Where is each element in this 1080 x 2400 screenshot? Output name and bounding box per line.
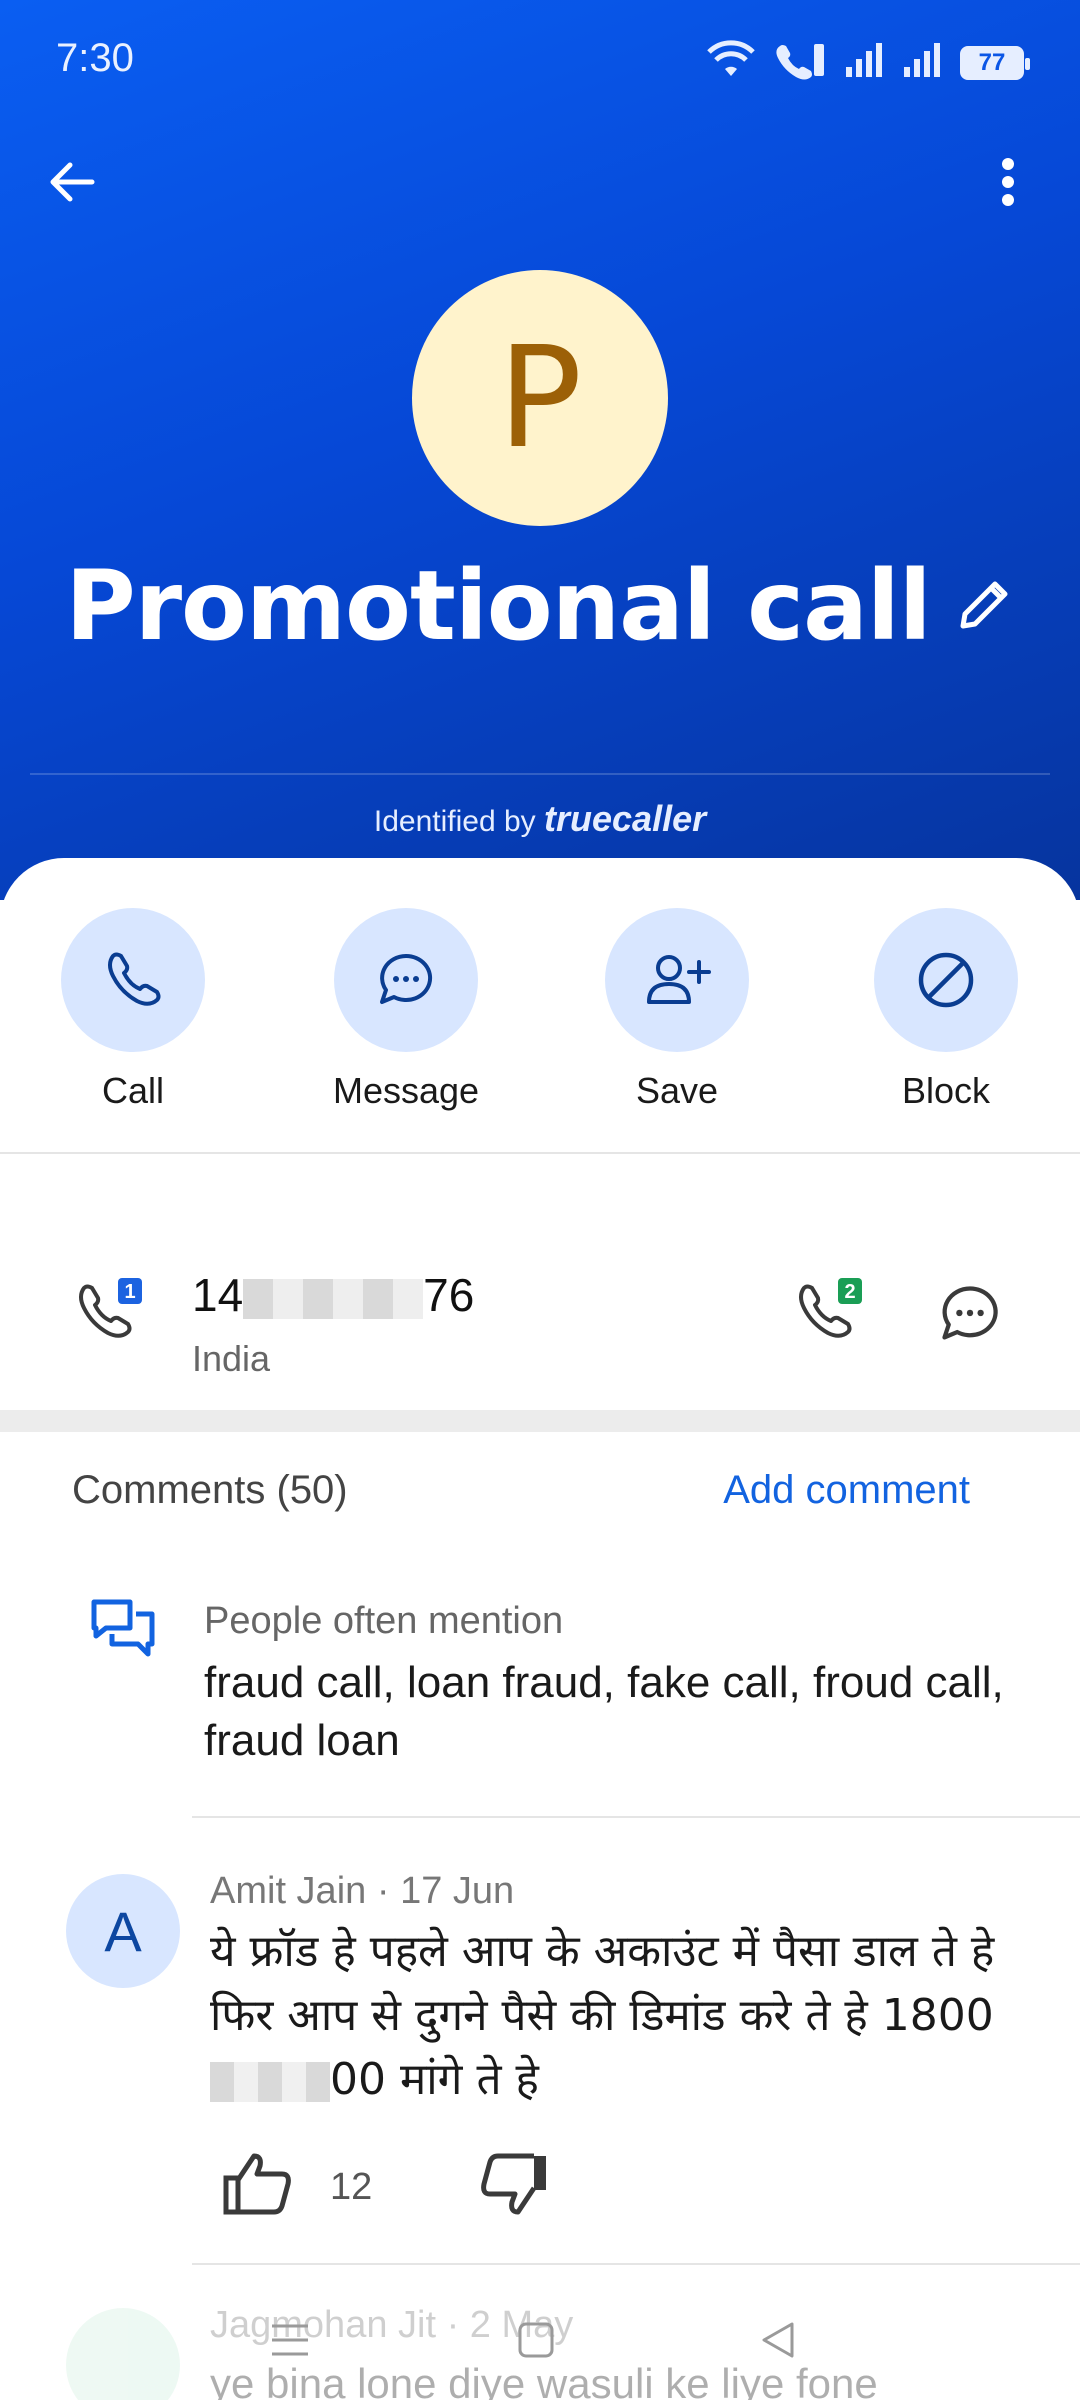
signal-2-icon (902, 41, 942, 84)
comment-meta: Amit Jain · 17 Jun (210, 1870, 514, 1913)
call-action-button[interactable]: Call (33, 908, 233, 1112)
mention-label: People often mention (204, 1600, 564, 1642)
status-bar: 7:30 77 (0, 0, 1080, 120)
battery-level: 77 (978, 48, 1006, 76)
block-action-button[interactable]: Block (846, 908, 1046, 1112)
divider (0, 1152, 1080, 1154)
sim2-badge: 2 (844, 1281, 855, 1303)
header-divider (30, 773, 1050, 775)
mention-tags: fraud call, loan fraud, fake call, froud… (204, 1658, 1004, 1765)
phone-sim1-icon: 1 (79, 1278, 142, 1338)
comment-text: ये फ्रॉड हे पहले आप के अकाउंट में पैसा ड… (210, 1920, 1050, 2112)
edit-name-button[interactable] (955, 574, 1015, 639)
menu-icon (272, 2324, 308, 2356)
dislike-button[interactable] (478, 2150, 550, 2223)
more-options-button[interactable] (976, 150, 1040, 214)
comments-header: Comments (50) (72, 1468, 348, 1512)
block-icon (918, 952, 974, 1008)
divider (192, 2263, 1080, 2265)
message-icon (942, 1286, 998, 1340)
recents-button[interactable] (260, 2310, 320, 2370)
comment-date: 17 Jun (400, 1870, 515, 1912)
like-button[interactable] (222, 2150, 294, 2223)
wifi-icon (706, 40, 756, 85)
phone-number-suffix: 76 (423, 1269, 475, 1321)
meta-separator: · (376, 1870, 401, 1912)
back-nav-button[interactable] (748, 2310, 808, 2370)
thumbs-down-icon (481, 2153, 546, 2215)
contact-details-card: Call Message Save Block 1 14 76 India 2 … (0, 858, 1080, 2400)
contact-avatar: P (412, 270, 668, 526)
truecaller-logo: truecaller (544, 798, 707, 839)
call-sim1-button[interactable]: 1 (74, 1278, 146, 1355)
more-vert-icon (1002, 158, 1014, 206)
signal-1-icon (844, 41, 884, 84)
triangle-back-icon (762, 2322, 794, 2358)
status-icons: 77 (706, 40, 1030, 85)
phone-number-prefix: 14 (192, 1269, 244, 1321)
comment-text-part1: ये फ्रॉड हे पहले आप के अकाउंट में पैसा ड… (210, 1926, 995, 2041)
call-sim2-button[interactable]: 2 (794, 1278, 866, 1355)
call-action-circle (61, 908, 205, 1052)
message-action-button[interactable]: Message (306, 908, 506, 1112)
system-nav-bar (0, 2290, 1080, 2380)
phone-icon (108, 952, 161, 1006)
contact-title-row: Promotional call (0, 550, 1080, 662)
add-comment-button[interactable]: Add comment (723, 1468, 970, 1513)
identified-by: Identified by truecaller (0, 798, 1080, 840)
phone-number-row[interactable]: 1 14 76 India 2 (0, 1218, 1080, 1379)
section-divider (0, 1410, 1080, 1432)
volte-call-icon (774, 40, 826, 85)
comment-author: Amit Jain (210, 1870, 367, 1912)
contact-name: Promotional call (65, 550, 931, 662)
comment-text-part2: 00 मांगे ते हे (330, 2054, 539, 2105)
phone-country: India (192, 1338, 271, 1379)
identified-prefix: Identified by (373, 805, 536, 838)
arrow-left-icon (50, 162, 95, 202)
contact-header: 7:30 77 P Promotional call Identified by… (0, 0, 1080, 900)
home-button[interactable] (506, 2310, 566, 2370)
like-count: 12 (330, 2166, 373, 2208)
square-icon (518, 2322, 554, 2358)
back-button[interactable] (40, 150, 104, 214)
divider (192, 1816, 1080, 1818)
message-action-circle (334, 908, 478, 1052)
pencil-icon (960, 581, 1008, 628)
avatar: A (66, 1874, 180, 1988)
chat-bubbles-icon (90, 1598, 156, 1665)
battery-indicator: 77 (960, 45, 1030, 80)
add-contact-icon (647, 955, 711, 1004)
redacted-amount (210, 2062, 330, 2102)
block-action-label: Block (901, 1070, 991, 1111)
thumbs-up-icon (223, 2153, 291, 2215)
save-action-button[interactable]: Save (577, 908, 777, 1112)
call-action-label: Call (101, 1070, 164, 1111)
message-action-label: Message (332, 1070, 480, 1111)
block-action-circle (874, 908, 1018, 1052)
quick-actions: Call Message Save Block (0, 908, 1080, 1128)
status-time: 7:30 (56, 36, 134, 80)
message-icon (380, 953, 433, 1004)
phone-sim2-icon: 2 (799, 1278, 862, 1338)
sim1-badge: 1 (124, 1281, 135, 1303)
save-action-label: Save (635, 1070, 719, 1111)
save-action-circle (605, 908, 749, 1052)
send-sms-button[interactable] (936, 1280, 1004, 1353)
phone-number-redaction (243, 1278, 424, 1319)
phone-number: 14 76 (192, 1268, 474, 1322)
